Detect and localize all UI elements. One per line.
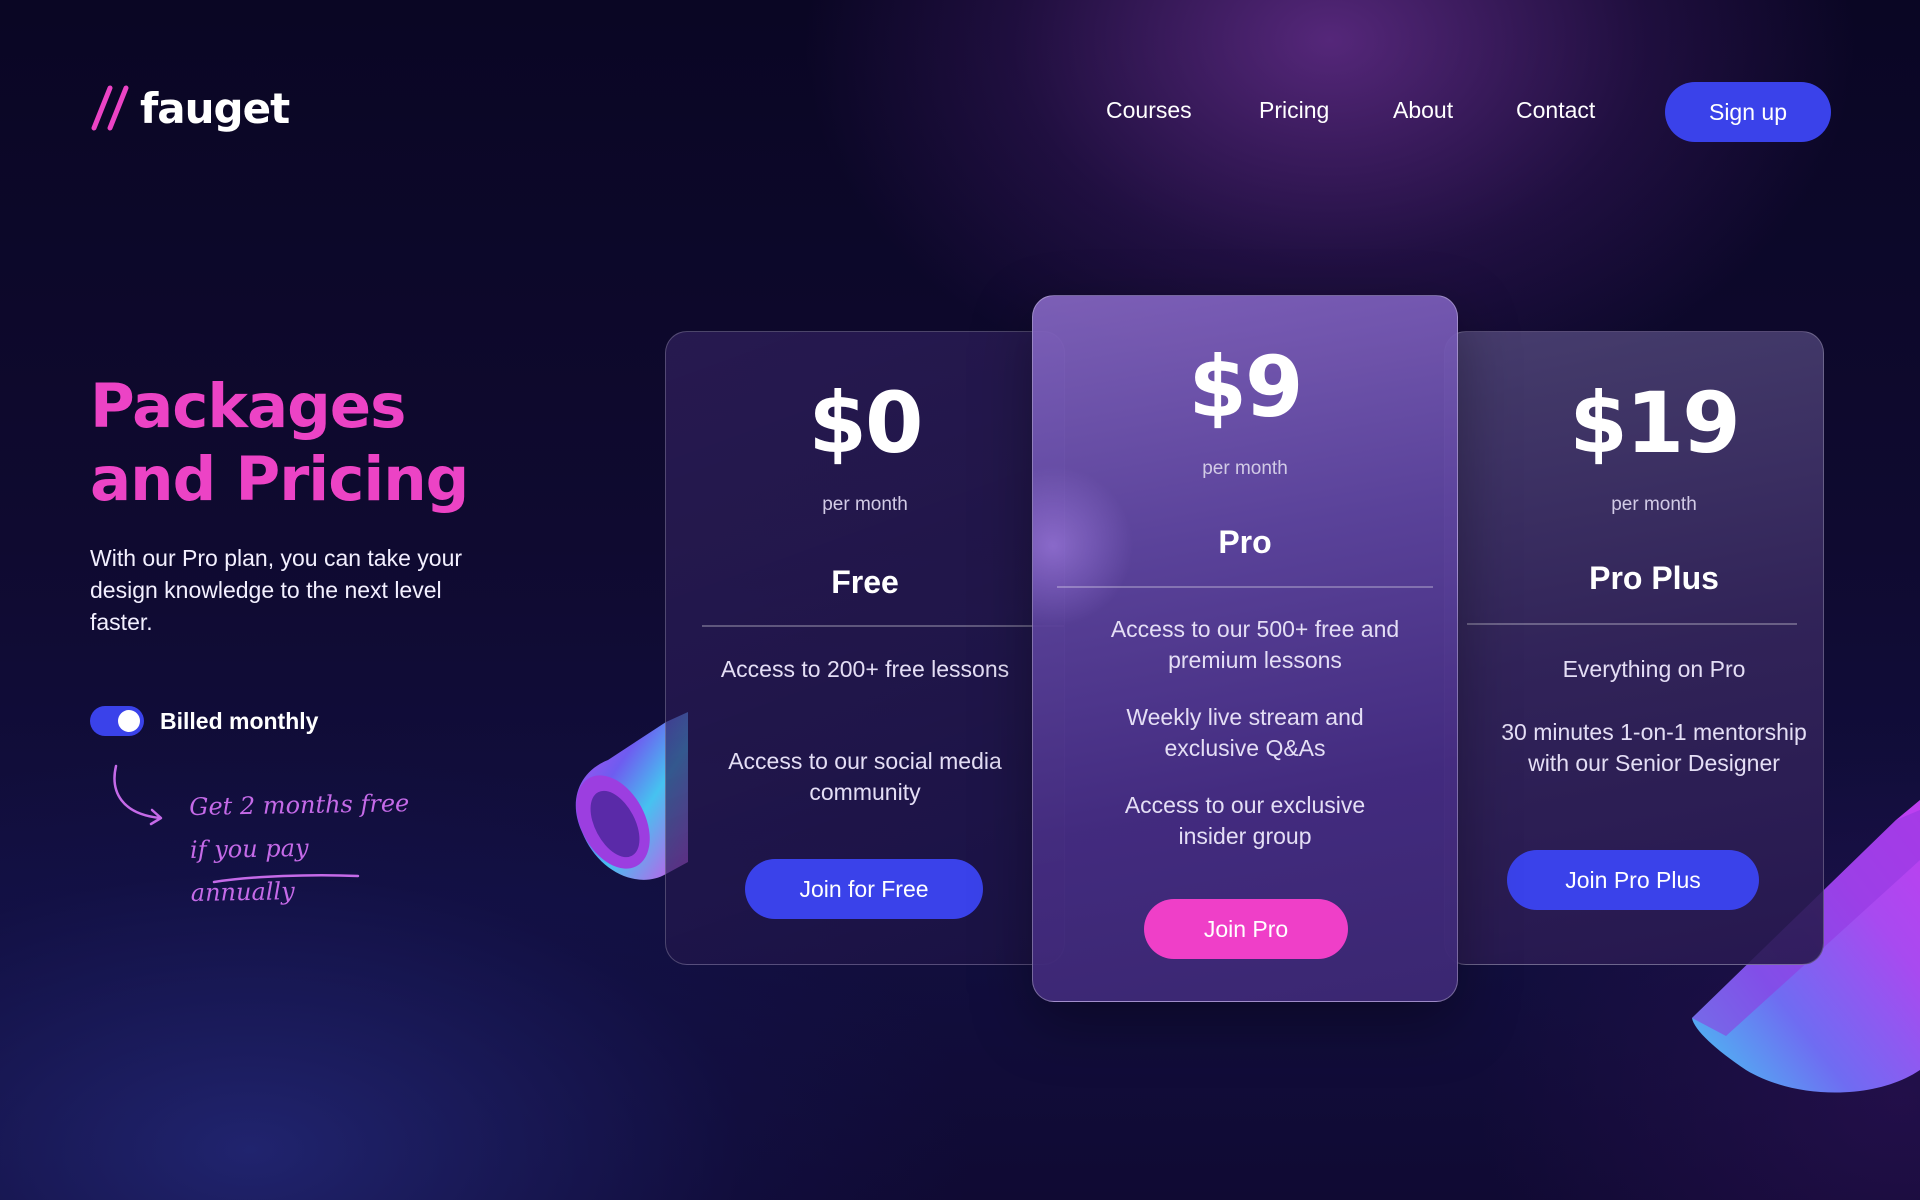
plan-feature: Everything on Pro [1562, 656, 1746, 682]
plan-period: per month [822, 494, 908, 515]
plan-name: Pro Plus [1589, 560, 1719, 596]
plan-feature: Access to our exclusive insider group [1124, 792, 1366, 849]
plan-feature: Access to our social media community [728, 748, 1002, 805]
plan-price: $9 [1188, 338, 1304, 436]
plan-divider [702, 625, 1064, 627]
plan-feature: Access to 200+ free lessons [720, 656, 1010, 682]
sign-up-button[interactable]: Sign up [1665, 82, 1831, 142]
curved-arrow-icon [113, 764, 163, 826]
plan-price: $0 [808, 374, 924, 472]
promo-line-1: Get 2 months free [189, 789, 410, 822]
plan-divider [1057, 586, 1433, 588]
hero-description: With our Pro plan, you can take your des… [90, 545, 463, 635]
plan-divider [1467, 623, 1797, 625]
nav-link-courses[interactable]: Courses [1106, 92, 1192, 128]
page-title: Packages and Pricing [90, 370, 560, 516]
plan-period: per month [1611, 494, 1697, 515]
billing-toggle-group: Billed monthly [90, 706, 318, 736]
toggle-knob [118, 710, 140, 732]
nav-link-contact[interactable]: Contact [1516, 92, 1595, 128]
plan-feature: Access to our 500+ free and premium less… [1110, 616, 1400, 673]
plan-card-free: $0 per month Free Access to 200+ free le… [665, 331, 1065, 965]
join-pro-plus-button[interactable]: Join Pro Plus [1507, 850, 1759, 910]
plan-name: Pro [1218, 524, 1272, 560]
plan-feature: Weekly live stream and exclusive Q&As [1126, 704, 1364, 761]
page-title-line-2: and Pricing [90, 444, 469, 515]
join-free-button[interactable]: Join for Free [745, 859, 983, 919]
page-title-line-1: Packages [90, 371, 406, 442]
main-nav: Courses Pricing About Contact [0, 92, 1920, 128]
nav-link-pricing[interactable]: Pricing [1259, 92, 1329, 128]
annual-promo-note: Get 2 months free if you pay annually [189, 782, 421, 915]
plan-period: per month [1202, 458, 1288, 479]
join-pro-button[interactable]: Join Pro [1144, 899, 1348, 959]
plan-card-pro-plus: $19 per month Pro Plus Everything on Pro… [1444, 331, 1824, 965]
nav-link-about[interactable]: About [1393, 92, 1453, 128]
plan-price: $19 [1569, 374, 1740, 472]
plan-feature: 30 minutes 1-on-1 mentorship with our Se… [1501, 719, 1807, 776]
billing-toggle[interactable] [90, 706, 144, 736]
promo-underline [212, 874, 360, 884]
plan-card-pro: $9 per month Pro Access to our 500+ free… [1032, 295, 1458, 1002]
plan-name: Free [831, 564, 899, 600]
billing-label: Billed monthly [160, 707, 319, 734]
